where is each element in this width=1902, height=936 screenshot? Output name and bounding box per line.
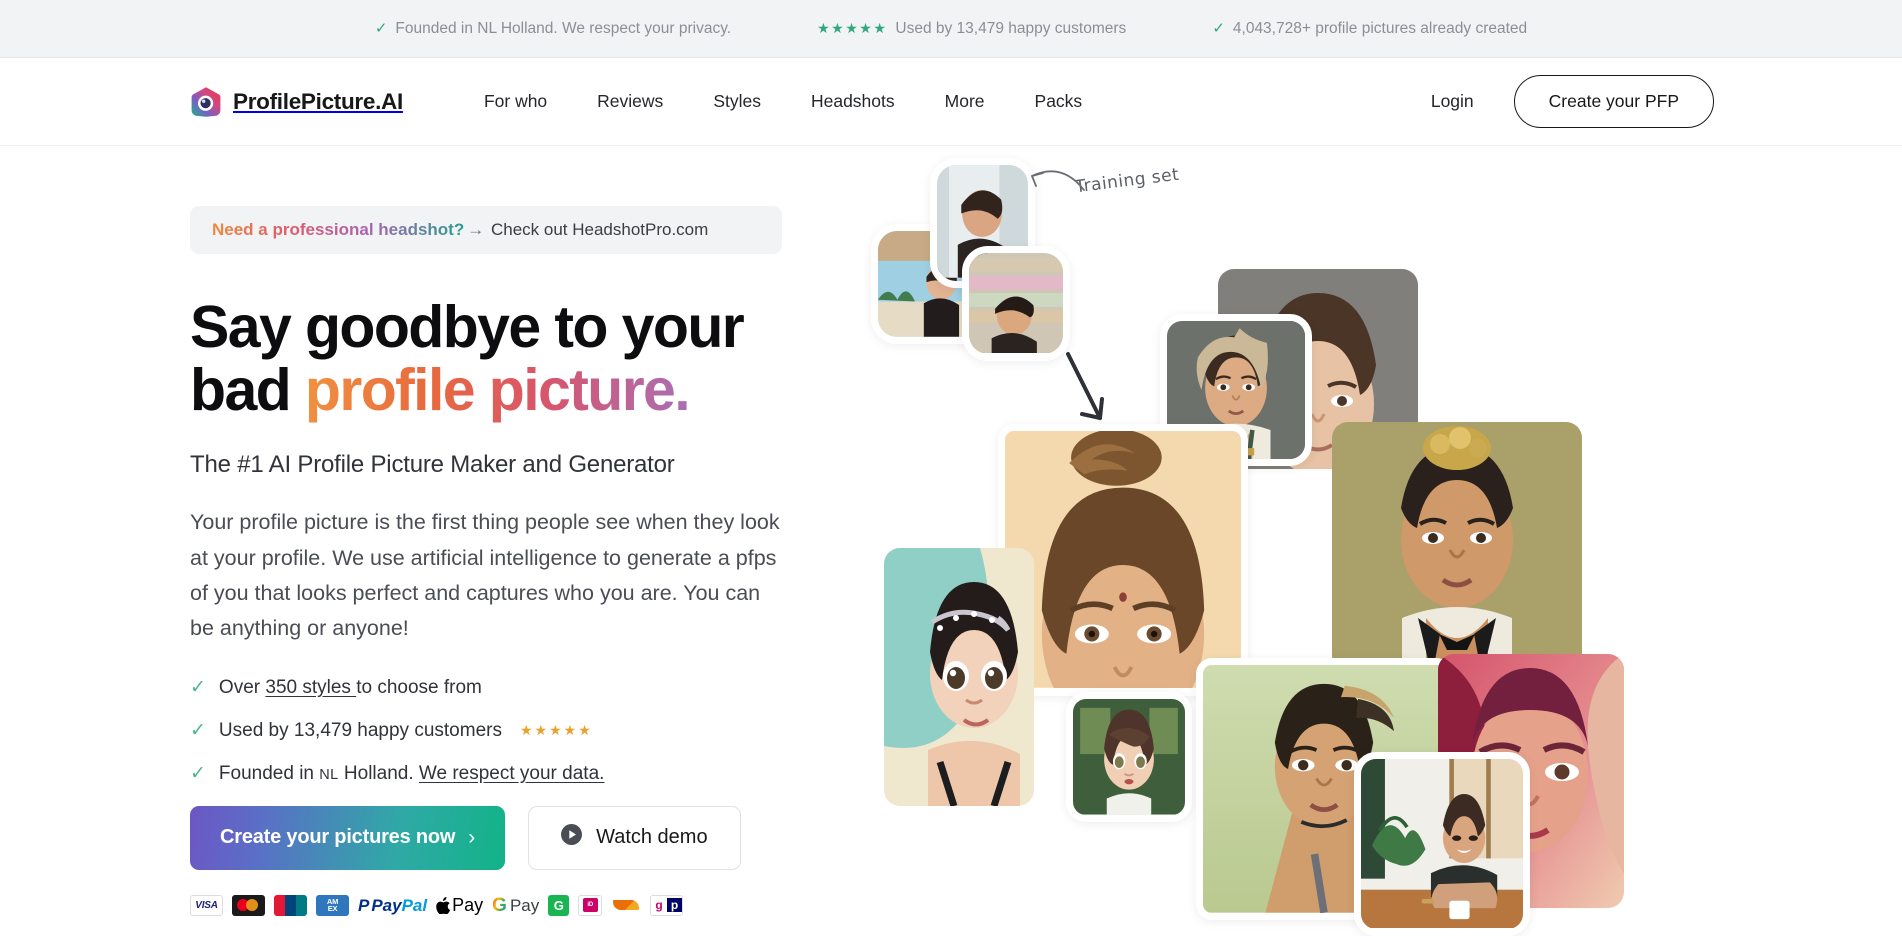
announcement-customers-text: Used by 13,479 happy customers bbox=[895, 19, 1127, 37]
headline-line-2-plain: bad bbox=[190, 356, 305, 423]
grabpay-icon: G bbox=[548, 894, 570, 916]
feature-styles-pre: Over bbox=[218, 676, 266, 698]
headshotpro-promo-banner[interactable]: Need a professional headshot? → Check out… bbox=[190, 206, 782, 254]
ideal-icon: iD bbox=[578, 894, 603, 916]
result-photo-cafe-smile bbox=[1354, 752, 1530, 936]
amex-icon: AM EX bbox=[316, 894, 349, 916]
nav-item-styles[interactable]: Styles bbox=[713, 91, 761, 112]
collage-canvas: Training set bbox=[870, 146, 1902, 936]
nav-item-headshots[interactable]: Headshots bbox=[811, 91, 895, 112]
hero-section: Need a professional headshot? → Check out… bbox=[0, 146, 1902, 936]
brand-name: ProfilePicture.AI bbox=[233, 88, 403, 114]
feature-customers-text: Used by 13,479 happy customers bbox=[218, 719, 502, 741]
paypal-mark: P bbox=[358, 895, 370, 915]
google-pay-icon: G Pay bbox=[492, 896, 539, 915]
nav-item-more[interactable]: More bbox=[945, 91, 985, 112]
privacy-link[interactable]: We respect your data. bbox=[419, 763, 605, 784]
feature-founded-pre: Founded in bbox=[218, 762, 320, 784]
paypal-pay: Pay bbox=[371, 895, 402, 915]
hero-image-collage: Training set bbox=[870, 146, 1902, 936]
result-photo-closeup-blonde bbox=[998, 424, 1248, 696]
sofort-icon bbox=[611, 894, 642, 916]
watch-demo-button[interactable]: Watch demo bbox=[528, 805, 741, 870]
curved-arrow-icon bbox=[1031, 170, 1085, 191]
chevron-right-icon: › bbox=[468, 825, 476, 849]
unionpay-icon bbox=[274, 894, 307, 916]
feature-customers: ✓ Used by 13,479 happy customers ★★★★★ bbox=[190, 720, 870, 742]
check-icon: ✓ bbox=[190, 763, 206, 785]
mastercard-icon bbox=[232, 894, 265, 916]
country-code: NL bbox=[319, 766, 339, 783]
watch-demo-label: Watch demo bbox=[596, 826, 708, 849]
giropay-icon: g p bbox=[650, 894, 684, 916]
feature-founded-mid: Holland. bbox=[338, 762, 419, 784]
announcement-item-count: ✓ 4,043,728+ profile pictures already cr… bbox=[1212, 20, 1527, 38]
login-link[interactable]: Login bbox=[1431, 91, 1474, 112]
hero-subheading: The #1 AI Profile Picture Maker and Gene… bbox=[190, 451, 675, 479]
nav-links: For who Reviews Styles Headshots More Pa… bbox=[484, 91, 1082, 112]
announcement-item-privacy: ✓ Founded in NL Holland. We respect your… bbox=[375, 20, 731, 38]
payment-methods: VISA AM EX P PayPal Pay G Pay G iD g p bbox=[190, 894, 870, 916]
google-g-mark: G bbox=[492, 894, 507, 916]
nav-item-reviews[interactable]: Reviews bbox=[597, 91, 663, 112]
profilepicture-logo-icon bbox=[190, 86, 222, 118]
check-icon: ✓ bbox=[190, 720, 206, 742]
feature-founded: ✓ Founded in NL Holland. We respect your… bbox=[190, 763, 870, 785]
giropay-g: g bbox=[651, 898, 667, 913]
brand-logo-link[interactable]: ProfilePicture.AI bbox=[190, 86, 403, 118]
styles-link[interactable]: 350 styles bbox=[265, 677, 356, 698]
star-rating-icon: ★★★★★ bbox=[519, 722, 593, 739]
arrow-right-icon: → bbox=[467, 220, 485, 239]
hero-copy-column: Need a professional headshot? → Check out… bbox=[0, 146, 870, 936]
hero-body-text: Your profile picture is the first thing … bbox=[190, 510, 780, 641]
hero-cta-row: Create your pictures now › Watch demo bbox=[190, 805, 870, 870]
result-photo-olive bbox=[1332, 422, 1582, 672]
nav-item-packs[interactable]: Packs bbox=[1035, 91, 1083, 112]
create-pfp-button[interactable]: Create your PFP bbox=[1513, 75, 1714, 128]
main-navigation: ProfilePicture.AI For who Reviews Styles… bbox=[0, 58, 1902, 146]
amex-line-2: EX bbox=[327, 904, 338, 914]
ideal-mark: iD bbox=[582, 898, 598, 913]
create-pictures-label: Create your pictures now bbox=[220, 826, 456, 849]
announcement-item-customers: ★★★★★ Used by 13,479 happy customers bbox=[817, 20, 1126, 38]
training-photo-store bbox=[962, 246, 1070, 361]
giropay-p: p bbox=[666, 898, 683, 913]
star-rating-icon: ★★★★★ bbox=[817, 20, 888, 36]
announcement-privacy-text: Founded in NL Holland. We respect your p… bbox=[395, 19, 732, 37]
announcement-bar: ✓ Founded in NL Holland. We respect your… bbox=[0, 0, 1902, 58]
visa-icon: VISA bbox=[190, 894, 223, 916]
headline-line-1: Say goodbye to your bbox=[190, 294, 745, 360]
result-photo-teal-anime bbox=[884, 548, 1034, 806]
page-title: Say goodbye to your bad profile picture. bbox=[190, 296, 870, 421]
hero-feature-list: ✓ Over 350 styles to choose from ✓ Used … bbox=[190, 677, 870, 785]
google-pay-text: Pay bbox=[509, 895, 540, 915]
feature-styles-post: to choose from bbox=[356, 676, 482, 698]
promo-rest: Check out HeadshotPro.com bbox=[490, 220, 709, 239]
feature-styles: ✓ Over 350 styles to choose from bbox=[190, 677, 870, 699]
headline-line-2-accent: profile picture. bbox=[304, 356, 691, 423]
apple-pay-icon: Pay bbox=[436, 896, 483, 914]
nav-right-actions: Login Create your PFP bbox=[1431, 75, 1714, 128]
apple-pay-text: Pay bbox=[452, 895, 484, 916]
check-icon: ✓ bbox=[190, 677, 206, 699]
announcement-count-text: 4,043,728+ profile pictures already crea… bbox=[1232, 19, 1528, 37]
check-icon: ✓ bbox=[1212, 20, 1225, 37]
nav-item-for-who[interactable]: For who bbox=[484, 91, 547, 112]
result-photo-anime-window bbox=[1066, 692, 1192, 822]
create-pictures-button[interactable]: Create your pictures now › bbox=[190, 805, 506, 870]
paypal-pal: Pal bbox=[401, 895, 428, 915]
paypal-icon: P PayPal bbox=[358, 895, 427, 916]
promo-highlight: Need a professional headshot? bbox=[212, 220, 465, 239]
check-icon: ✓ bbox=[374, 20, 388, 37]
training-set-annotation: Training set bbox=[1074, 164, 1181, 198]
play-icon bbox=[561, 824, 583, 851]
